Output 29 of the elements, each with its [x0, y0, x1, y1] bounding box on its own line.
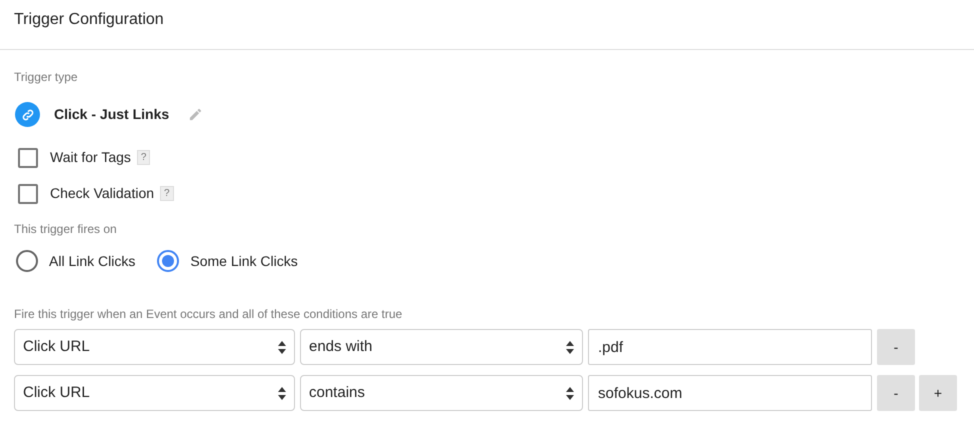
radio-label[interactable]: All Link Clicks — [49, 250, 136, 272]
section-label: Fire this trigger when an Event occurs and all of these conditions are true — [14, 306, 404, 323]
radio-button[interactable] — [157, 250, 180, 272]
radio-button[interactable] — [16, 250, 38, 272]
dropdown[interactable]: contains — [300, 375, 583, 411]
section-label: This trigger fires on — [14, 221, 118, 238]
link-icon — [15, 102, 40, 127]
trigger-type-name: Click - Just Links — [54, 105, 170, 124]
updown-arrow-icon — [278, 386, 286, 400]
updown-arrow-icon — [566, 340, 574, 354]
checkbox-label[interactable]: Wait for Tags — [50, 147, 131, 168]
radio-label[interactable]: Some Link Clicks — [190, 250, 298, 272]
checkbox[interactable] — [18, 148, 38, 168]
checkbox-label[interactable]: Check Validation — [50, 183, 154, 204]
help-badge[interactable]: ? — [136, 150, 150, 165]
updown-arrow-icon — [278, 340, 286, 354]
help-badge[interactable]: ? — [160, 186, 174, 201]
dropdown[interactable]: ends with — [300, 329, 583, 365]
remove-button[interactable]: - — [877, 329, 915, 365]
section-label: Trigger type — [14, 69, 79, 86]
checkbox[interactable] — [18, 184, 38, 204]
dropdown[interactable]: Click URL — [14, 329, 295, 365]
remove-button[interactable]: - — [877, 375, 915, 411]
input-field[interactable]: .pdf — [588, 329, 872, 365]
input-field[interactable]: sofokus.com — [588, 375, 872, 411]
dropdown[interactable]: Click URL — [14, 375, 295, 411]
panel-title: Trigger Configuration — [14, 10, 165, 30]
updown-arrow-icon — [566, 386, 574, 400]
add-button[interactable]: + — [919, 375, 957, 411]
